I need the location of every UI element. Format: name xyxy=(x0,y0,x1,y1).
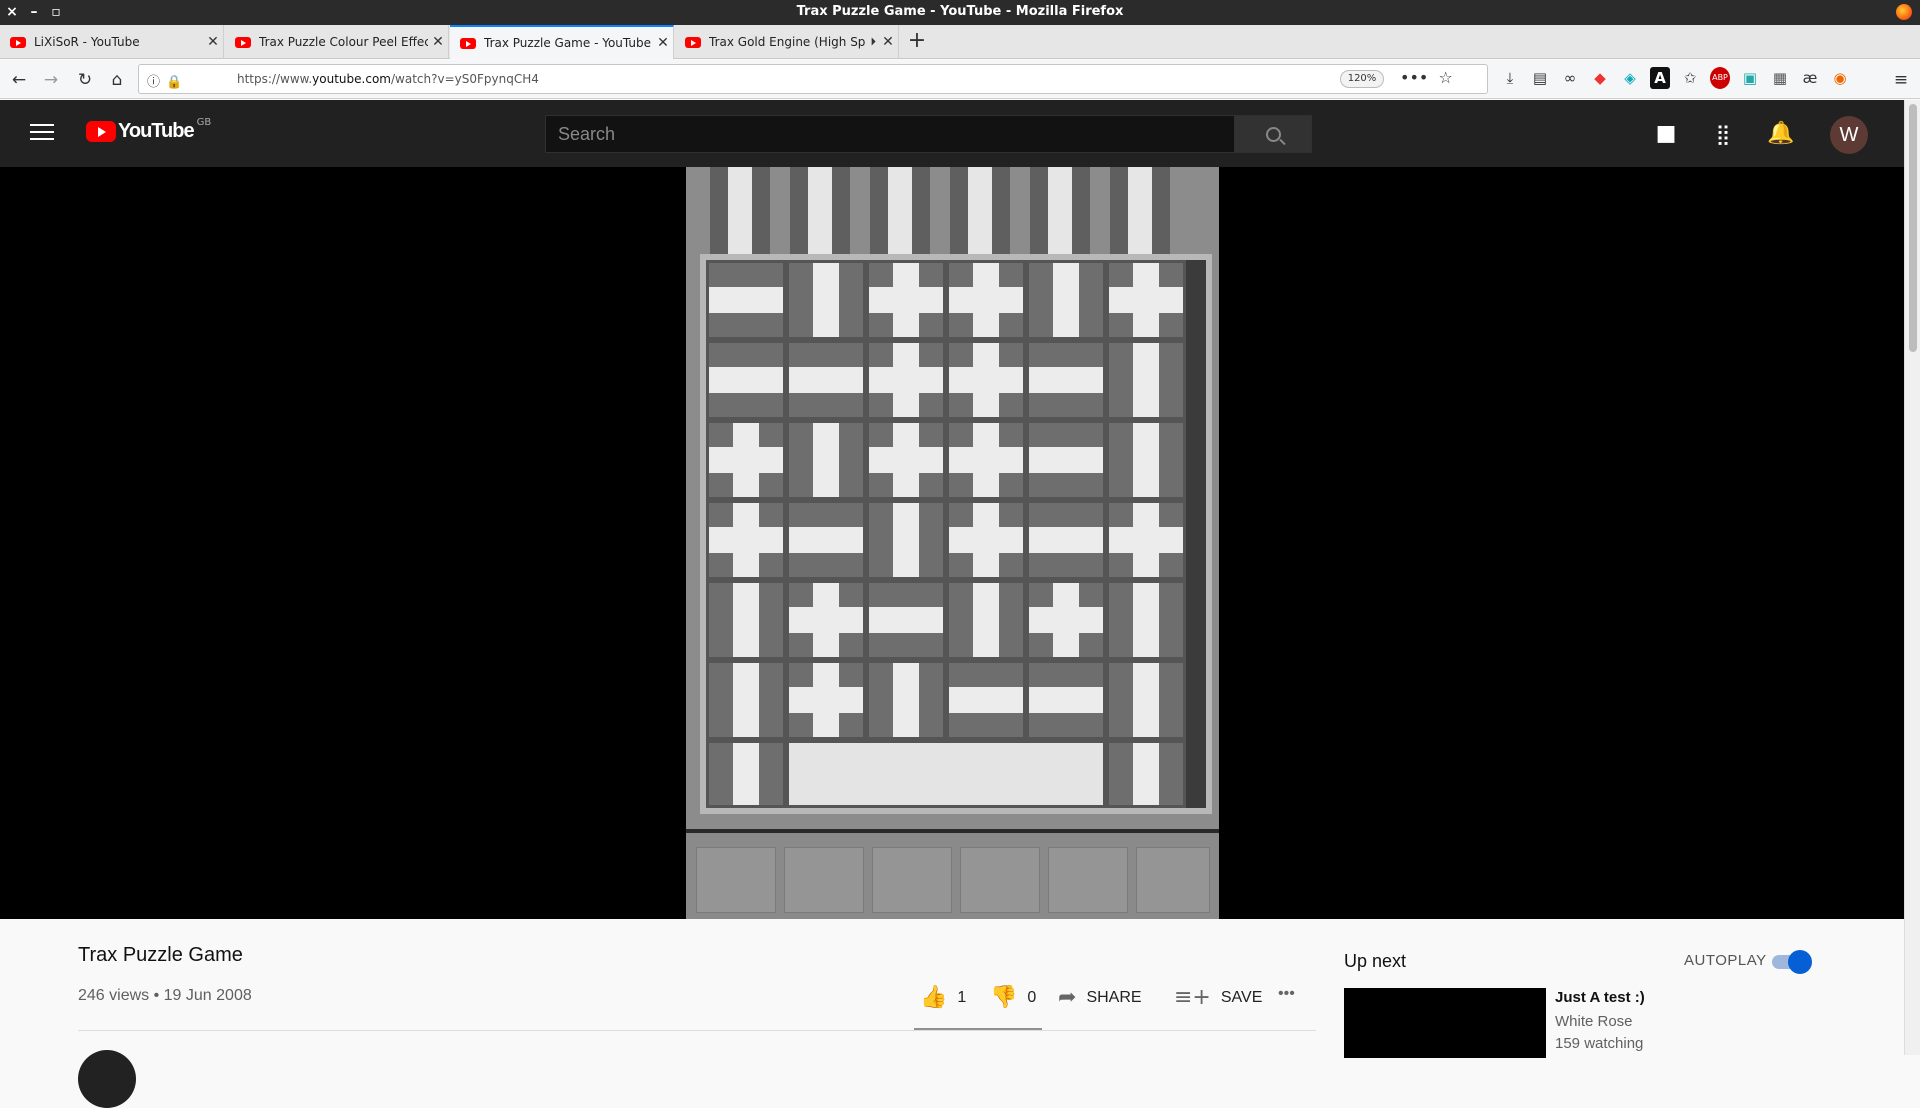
metadata-divider xyxy=(78,1030,1316,1031)
adblock-icon[interactable]: ABP xyxy=(1710,67,1730,89)
game-piece-tray xyxy=(686,829,1219,919)
video-player[interactable] xyxy=(0,167,1904,919)
home-button[interactable]: ⌂ xyxy=(104,67,130,93)
video-info: 246 views • 19 Jun 2008 xyxy=(78,987,252,1004)
country-code: GB xyxy=(196,117,212,128)
tab-lixisor[interactable]: LiXiSoR - YouTube ✕ xyxy=(0,25,224,59)
up-next-heading: Up next xyxy=(1344,951,1407,971)
search-button[interactable] xyxy=(1234,115,1312,153)
save-button[interactable]: ≡+ SAVE xyxy=(1174,985,1262,1010)
more-icon: ••• xyxy=(1278,985,1295,1002)
share-button[interactable]: ➦ SHARE xyxy=(1058,985,1142,1010)
mask-icon[interactable]: ∞ xyxy=(1560,67,1580,89)
audio-playing-icon[interactable]: ⏵ xyxy=(871,35,877,49)
forward-button[interactable]: → xyxy=(38,67,64,93)
youtube-favicon-icon xyxy=(10,36,26,48)
account-avatar[interactable]: W xyxy=(1830,116,1868,154)
thumbs-up-icon: 👍 xyxy=(920,985,948,1010)
dislike-button[interactable]: 👎 0 xyxy=(990,985,1036,1010)
tab-close-icon[interactable]: ✕ xyxy=(653,35,673,51)
navigation-toolbar: ← → ↻ ⌂ ⓘ🔒 https://www.youtube.com/watch… xyxy=(0,60,1920,99)
page-scrollbar[interactable] xyxy=(1904,100,1920,1055)
scrollbar-thumb[interactable] xyxy=(1909,104,1917,352)
chat-icon[interactable]: ▤ xyxy=(1530,67,1550,89)
autoplay-label: AUTOPLAY xyxy=(1684,952,1767,969)
share-arrow-icon: ➦ xyxy=(1058,985,1077,1010)
search-box xyxy=(545,115,1236,153)
youtube-masthead: YouTube GB ■ ⣿ 🔔 xyxy=(0,100,1904,167)
playlist-add-icon: ≡+ xyxy=(1174,985,1211,1010)
notifications-bell-icon[interactable]: 🔔 xyxy=(1767,120,1795,148)
zoom-level-button[interactable]: 120% xyxy=(1340,70,1384,88)
puzzle-board xyxy=(700,254,1212,814)
tab-label: Trax Puzzle Game - YouTube xyxy=(484,36,652,50)
share-label: SHARE xyxy=(1086,988,1142,1006)
youtube-favicon-icon xyxy=(460,37,476,49)
reload-button[interactable]: ↻ xyxy=(72,67,98,93)
watch-metadata: Trax Puzzle Game 246 views • 19 Jun 2008… xyxy=(0,919,1904,1108)
search-icon xyxy=(1265,126,1281,142)
youtube-logo[interactable]: YouTube GB xyxy=(86,117,212,143)
search-input[interactable] xyxy=(546,116,1236,152)
window-title: Trax Puzzle Game - YouTube - Mozilla Fir… xyxy=(796,4,1124,19)
video-frame[interactable] xyxy=(686,167,1219,919)
up-next-title[interactable]: Just A test :) xyxy=(1555,989,1645,1006)
channel-avatar[interactable] xyxy=(78,1050,136,1108)
like-button[interactable]: 👍 1 xyxy=(920,985,966,1010)
youtube-play-icon xyxy=(86,121,116,142)
thumbs-down-icon: 👎 xyxy=(990,985,1018,1010)
youtube-favicon-icon xyxy=(235,36,251,48)
star-badge-icon[interactable]: ✩ xyxy=(1680,67,1700,89)
tab-close-icon[interactable]: ✕ xyxy=(428,34,448,50)
dislike-count: 0 xyxy=(1027,988,1037,1006)
url-bar[interactable]: ⓘ🔒 https://www.youtube.com/watch?v=yS0Fp… xyxy=(138,64,1488,94)
youtube-wordmark: YouTube xyxy=(118,120,195,142)
up-next-thumbnail[interactable] xyxy=(1344,988,1546,1058)
up-next-channel[interactable]: White Rose xyxy=(1555,1013,1633,1030)
youtube-favicon-icon xyxy=(685,36,701,48)
tab-label: Trax Gold Engine (High Sp xyxy=(709,35,866,49)
up-next-watching: 159 watching xyxy=(1555,1035,1644,1052)
autoplay-toggle[interactable] xyxy=(1772,950,1812,974)
create-video-icon[interactable]: ■ xyxy=(1652,120,1680,148)
like-count: 1 xyxy=(957,988,967,1006)
back-button[interactable]: ← xyxy=(6,67,32,93)
toggle-knob xyxy=(1788,950,1812,974)
selenium-icon[interactable]: ▦ xyxy=(1770,67,1790,89)
download-icon[interactable]: ⤓ xyxy=(1500,67,1520,89)
font-icon[interactable]: A xyxy=(1650,67,1670,89)
toolbar-extensions: ⤓ ▤ ∞ ◆ ◈ A ✩ ABP ▣ ▦ æ ◉ xyxy=(1500,67,1850,89)
site-info-icon[interactable]: ⓘ🔒 xyxy=(147,71,188,90)
url-text[interactable]: https://www.youtube.com/watch?v=yS0Fpynq… xyxy=(237,72,539,86)
upload-date: 19 Jun 2008 xyxy=(163,987,252,1004)
save-label: SAVE xyxy=(1220,988,1263,1006)
tab-close-icon[interactable]: ✕ xyxy=(203,34,223,50)
firefox-logo-icon xyxy=(1896,4,1912,20)
eraser-icon[interactable]: ◆ xyxy=(1590,67,1610,89)
save-disk-icon[interactable]: ▣ xyxy=(1740,67,1760,89)
orange-circle-icon[interactable]: ◉ xyxy=(1830,67,1850,89)
guide-menu-icon[interactable] xyxy=(30,124,54,142)
more-actions-button[interactable]: ••• xyxy=(1278,985,1295,1003)
game-top-pipes xyxy=(710,167,1190,277)
view-count: 246 views xyxy=(78,987,150,1004)
ae-icon[interactable]: æ xyxy=(1800,67,1820,89)
menu-hamburger-icon[interactable]: ≡ xyxy=(1888,67,1914,93)
tab-label: Trax Puzzle Colour Peel Effec xyxy=(259,35,428,49)
tab-close-icon[interactable]: ✕ xyxy=(878,34,898,50)
cube-icon[interactable]: ◈ xyxy=(1620,67,1640,89)
apps-grid-icon[interactable]: ⣿ xyxy=(1709,120,1737,148)
tab-trax-puzzle-game[interactable]: Trax Puzzle Game - YouTube ✕ xyxy=(450,25,674,59)
tab-label: LiXiSoR - YouTube xyxy=(34,35,140,49)
tab-trax-gold-engine[interactable]: Trax Gold Engine (High Sp ⏵ ✕ xyxy=(675,25,899,59)
tab-strip: LiXiSoR - YouTube ✕ Trax Puzzle Colour P… xyxy=(0,25,1920,59)
video-title: Trax Puzzle Game xyxy=(78,944,243,966)
new-tab-button[interactable]: + xyxy=(902,25,932,59)
page-actions-menu-icon[interactable]: ••• ☆ xyxy=(1400,68,1453,87)
window-titlebar: × – ▫ Trax Puzzle Game - YouTube - Mozil… xyxy=(0,0,1920,25)
tab-trax-colour-peel[interactable]: Trax Puzzle Colour Peel Effec ✕ xyxy=(225,25,449,59)
